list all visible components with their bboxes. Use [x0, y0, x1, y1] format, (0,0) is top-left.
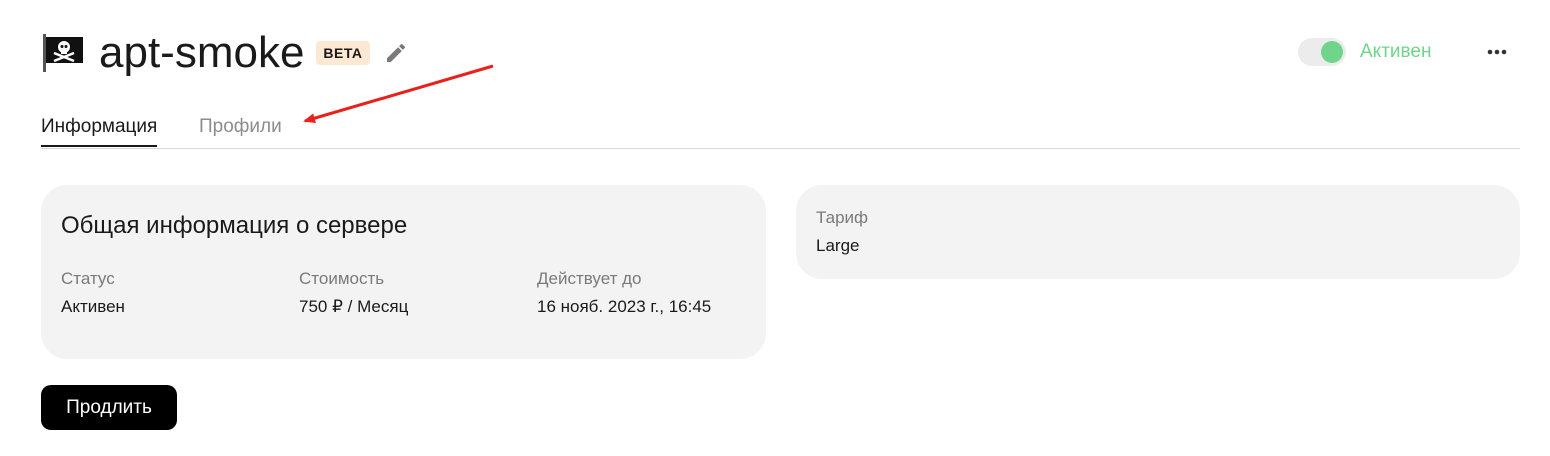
valid-until-label: Действует до	[537, 269, 642, 288]
more-dots-icon[interactable]	[1483, 38, 1511, 66]
valid-until-value: 16 нояб. 2023 г., 16:45	[537, 297, 712, 316]
cost-field-value: 750 ₽ / Месяц	[299, 297, 409, 316]
renew-button[interactable]: Продлить	[41, 385, 177, 430]
tab-information[interactable]: Информация	[41, 114, 158, 147]
status-field-value: Активен	[61, 297, 125, 316]
valid-until-field: Действует до 16 нояб. 2023 г., 16:45	[537, 268, 711, 318]
status-switch[interactable]	[1298, 38, 1346, 66]
tab-bar: Информация Профили	[41, 114, 1520, 149]
status-toggle[interactable]: Активен	[1298, 38, 1431, 66]
tab-profiles[interactable]: Профили	[199, 114, 282, 146]
status-field: Статус Активен	[61, 268, 125, 318]
pirate-flag-icon	[43, 34, 83, 72]
pencil-icon[interactable]	[384, 41, 408, 65]
cost-field-label: Стоимость	[299, 269, 385, 288]
general-info-card: Общая информация о сервере Статус Активе…	[41, 185, 766, 359]
tariff-field: Тариф Large	[816, 207, 868, 257]
status-label: Активен	[1360, 41, 1432, 62]
tariff-label: Тариф	[816, 208, 869, 227]
cost-field: Стоимость 750 ₽ / Месяц	[299, 268, 408, 318]
page-header: apt-smoke BETA	[41, 28, 408, 78]
page: apt-smoke BETA Активен Информация Профил…	[0, 0, 1550, 456]
status-field-label: Статус	[61, 269, 115, 288]
switch-knob	[1321, 41, 1343, 63]
general-info-title: Общая информация о сервере	[61, 212, 408, 239]
tariff-card: Тариф Large	[796, 185, 1520, 279]
tariff-value: Large	[816, 236, 860, 255]
beta-badge: BETA	[316, 41, 370, 65]
page-title: apt-smoke	[99, 28, 305, 77]
